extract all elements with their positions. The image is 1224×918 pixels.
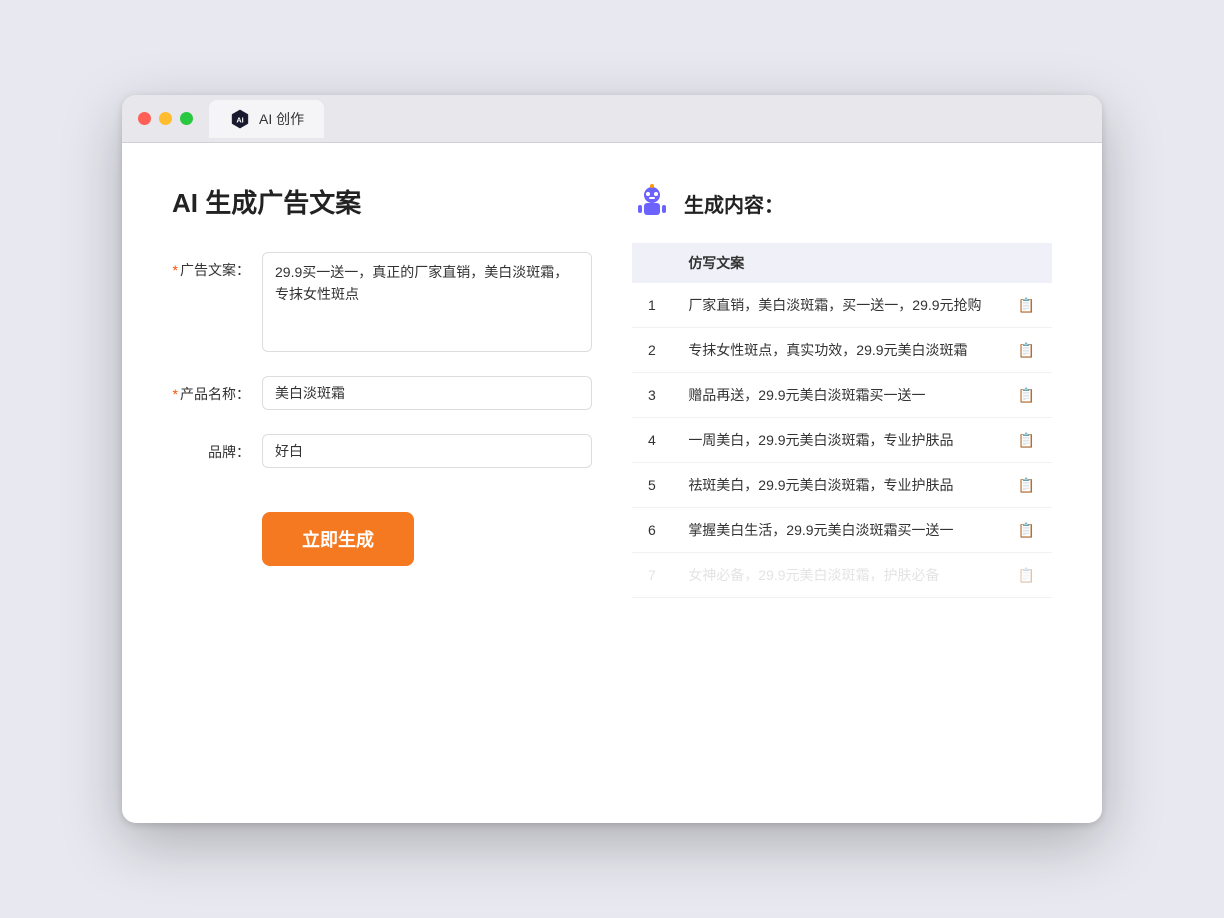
- table-row: 6掌握美白生活，29.9元美白淡斑霜买一送一📋: [632, 508, 1052, 553]
- required-star-2: *: [173, 386, 178, 402]
- browser-content: AI 生成广告文案 *广告文案： *产品名称： 品牌： 立即生成: [122, 143, 1102, 823]
- copy-button[interactable]: 📋: [1002, 418, 1052, 463]
- copy-button[interactable]: 📋: [1002, 463, 1052, 508]
- brand-label: 品牌：: [172, 434, 262, 462]
- product-name-group: *产品名称：: [172, 376, 592, 410]
- result-title: 生成内容：: [684, 189, 784, 218]
- ad-copy-label: *广告文案：: [172, 252, 262, 280]
- browser-window: AI AI 创作 AI 生成广告文案 *广告文案： *产品名称：: [122, 95, 1102, 823]
- right-panel: 生成内容： 仿写文案 1厂家直销，美白淡斑霜，买一送一，29.9元抢购📋2专抹女…: [632, 183, 1052, 783]
- robot-icon: [632, 183, 672, 223]
- col-num: [632, 243, 672, 283]
- row-copy-text: 专抹女性斑点，真实功效，29.9元美白淡斑霜: [672, 328, 1002, 373]
- left-panel: AI 生成广告文案 *广告文案： *产品名称： 品牌： 立即生成: [172, 183, 592, 783]
- maximize-button[interactable]: [180, 112, 193, 125]
- product-name-label: *产品名称：: [172, 376, 262, 404]
- copy-button[interactable]: 📋: [1002, 373, 1052, 418]
- table-row: 5祛斑美白，29.9元美白淡斑霜，专业护肤品📋: [632, 463, 1052, 508]
- row-copy-text: 一周美白，29.9元美白淡斑霜，专业护肤品: [672, 418, 1002, 463]
- row-number: 7: [632, 553, 672, 598]
- table-header-row: 仿写文案: [632, 243, 1052, 283]
- row-copy-text: 厂家直销，美白淡斑霜，买一送一，29.9元抢购: [672, 283, 1002, 328]
- ai-creation-tab[interactable]: AI AI 创作: [209, 100, 324, 138]
- col-action: [1002, 243, 1052, 283]
- ad-copy-group: *广告文案：: [172, 252, 592, 352]
- row-number: 3: [632, 373, 672, 418]
- row-number: 4: [632, 418, 672, 463]
- ai-tab-icon: AI: [229, 108, 251, 130]
- table-row: 2专抹女性斑点，真实功效，29.9元美白淡斑霜📋: [632, 328, 1052, 373]
- col-copy: 仿写文案: [672, 243, 1002, 283]
- page-title: AI 生成广告文案: [172, 183, 592, 220]
- close-button[interactable]: [138, 112, 151, 125]
- generate-button[interactable]: 立即生成: [262, 512, 414, 566]
- row-copy-text: 祛斑美白，29.9元美白淡斑霜，专业护肤品: [672, 463, 1002, 508]
- result-header: 生成内容：: [632, 183, 1052, 223]
- tab-label: AI 创作: [259, 109, 304, 129]
- svg-text:AI: AI: [236, 115, 243, 124]
- copy-button[interactable]: 📋: [1002, 283, 1052, 328]
- table-row: 7女神必备，29.9元美白淡斑霜，护肤必备📋: [632, 553, 1052, 598]
- brand-group: 品牌：: [172, 434, 592, 468]
- traffic-lights: [138, 112, 193, 125]
- copy-button[interactable]: 📋: [1002, 328, 1052, 373]
- row-number: 5: [632, 463, 672, 508]
- row-copy-text: 赠品再送，29.9元美白淡斑霜买一送一: [672, 373, 1002, 418]
- table-row: 4一周美白，29.9元美白淡斑霜，专业护肤品📋: [632, 418, 1052, 463]
- row-number: 6: [632, 508, 672, 553]
- row-copy-text: 女神必备，29.9元美白淡斑霜，护肤必备: [672, 553, 1002, 598]
- table-row: 3赠品再送，29.9元美白淡斑霜买一送一📋: [632, 373, 1052, 418]
- table-row: 1厂家直销，美白淡斑霜，买一送一，29.9元抢购📋: [632, 283, 1052, 328]
- product-name-input[interactable]: [262, 376, 592, 410]
- required-star-1: *: [173, 262, 178, 278]
- result-table: 仿写文案 1厂家直销，美白淡斑霜，买一送一，29.9元抢购📋2专抹女性斑点，真实…: [632, 243, 1052, 598]
- copy-button[interactable]: 📋: [1002, 508, 1052, 553]
- row-copy-text: 掌握美白生活，29.9元美白淡斑霜买一送一: [672, 508, 1002, 553]
- browser-titlebar: AI AI 创作: [122, 95, 1102, 143]
- copy-button[interactable]: 📋: [1002, 553, 1052, 598]
- row-number: 2: [632, 328, 672, 373]
- brand-input[interactable]: [262, 434, 592, 468]
- row-number: 1: [632, 283, 672, 328]
- minimize-button[interactable]: [159, 112, 172, 125]
- ad-copy-input[interactable]: [262, 252, 592, 352]
